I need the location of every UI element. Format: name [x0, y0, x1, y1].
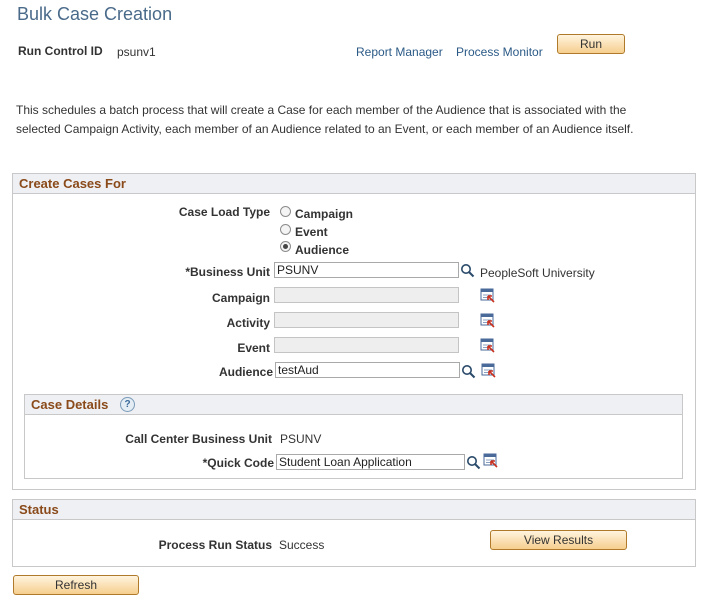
refresh-button[interactable]: Refresh — [13, 575, 139, 595]
process-run-status-label: Process Run Status — [158, 538, 272, 552]
report-manager-link[interactable]: Report Manager — [356, 45, 443, 59]
page-title: Bulk Case Creation — [17, 4, 173, 24]
activity-label: Activity — [226, 316, 270, 330]
business-unit-input[interactable]: PSUNV — [274, 262, 459, 278]
case-load-type-label: Case Load Type — [178, 205, 270, 219]
quick-code-label: *Quick Code — [202, 456, 274, 470]
activity-prompt-icon[interactable] — [480, 313, 495, 328]
run-control-value: psunv1 — [117, 45, 156, 59]
audience-lookup-icon[interactable] — [461, 364, 476, 379]
quick-code-lookup-icon[interactable] — [466, 455, 481, 470]
audience-label: Audience — [218, 365, 273, 379]
radio-event[interactable] — [280, 224, 291, 235]
business-unit-label: *Business Unit — [185, 265, 270, 279]
run-button[interactable]: Run — [557, 34, 625, 54]
quick-code-prompt-icon[interactable] — [483, 453, 498, 468]
view-results-button[interactable]: View Results — [490, 530, 627, 550]
process-run-status-value: Success — [279, 538, 325, 552]
radio-event-label[interactable]: Event — [295, 225, 328, 239]
activity-input[interactable] — [274, 312, 459, 328]
call-center-bu-label: Call Center Business Unit — [125, 432, 272, 446]
event-input[interactable] — [274, 337, 459, 353]
help-icon[interactable]: ? — [120, 397, 135, 412]
quick-code-input[interactable]: Student Loan Application — [276, 454, 465, 470]
event-prompt-icon[interactable] — [480, 338, 495, 353]
audience-prompt-icon[interactable] — [481, 363, 496, 378]
description-text: This schedules a batch process that will… — [16, 103, 634, 136]
radio-campaign-label[interactable]: Campaign — [295, 207, 353, 221]
call-center-bu-value: PSUNV — [280, 432, 322, 446]
case-details-title: Case Details — [31, 397, 109, 412]
campaign-label: Campaign — [211, 291, 270, 305]
radio-audience-label[interactable]: Audience — [295, 243, 349, 257]
run-control-label: Run Control ID — [18, 44, 103, 58]
process-monitor-link[interactable]: Process Monitor — [456, 45, 543, 59]
radio-campaign[interactable] — [280, 206, 291, 217]
business-unit-description: PeopleSoft University — [480, 266, 595, 280]
create-cases-header: Create Cases For — [13, 174, 695, 194]
event-label: Event — [237, 341, 270, 355]
business-unit-lookup-icon[interactable] — [460, 263, 475, 278]
campaign-input[interactable] — [274, 287, 459, 303]
status-header: Status — [13, 500, 695, 520]
campaign-prompt-icon[interactable] — [480, 288, 495, 303]
radio-audience[interactable] — [280, 241, 291, 252]
audience-input[interactable]: testAud — [275, 362, 460, 378]
